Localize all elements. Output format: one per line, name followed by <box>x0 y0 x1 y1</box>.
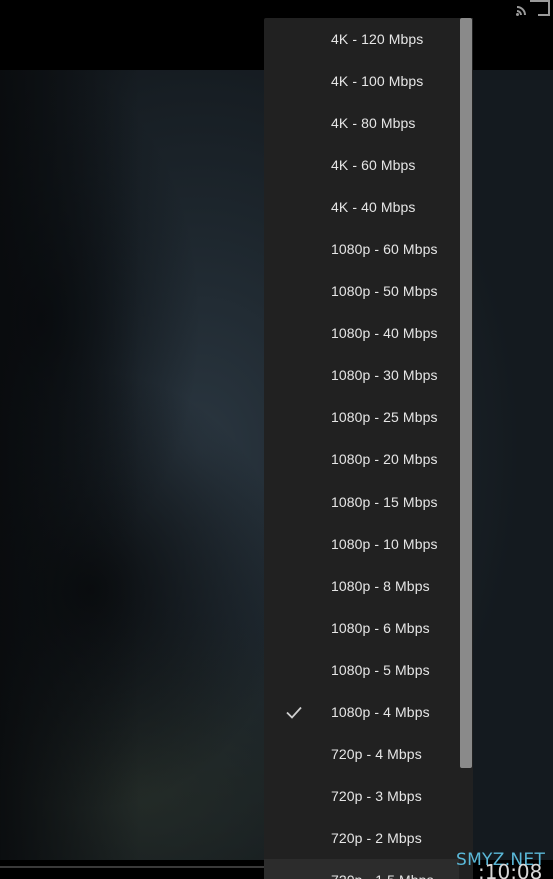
quality-option-label: 720p - 2 Mbps <box>331 829 422 846</box>
quality-option[interactable]: 4K - 60 Mbps <box>264 144 460 186</box>
quality-option[interactable]: 4K - 80 Mbps <box>264 102 460 144</box>
quality-option[interactable]: 4K - 100 Mbps <box>264 60 460 102</box>
quality-option[interactable]: 1080p - 15 Mbps <box>264 481 460 523</box>
quality-option-label: 1080p - 30 Mbps <box>331 367 438 384</box>
quality-option-label: 4K - 60 Mbps <box>331 157 416 174</box>
quality-option[interactable]: 1080p - 10 Mbps <box>264 523 460 565</box>
quality-option[interactable]: 1080p - 6 Mbps <box>264 607 460 649</box>
time-display: :10:08 <box>478 860 543 879</box>
quality-option[interactable]: 1080p - 25 Mbps <box>264 396 460 438</box>
quality-option[interactable]: 4K - 120 Mbps <box>264 18 460 60</box>
seek-bar[interactable] <box>0 866 264 868</box>
quality-option[interactable]: 1080p - 30 Mbps <box>264 354 460 396</box>
quality-option[interactable]: 1080p - 20 Mbps <box>264 438 460 480</box>
quality-option[interactable]: 1080p - 60 Mbps <box>264 228 460 270</box>
quality-option-label: 1080p - 4 Mbps <box>331 703 430 720</box>
quality-option-label: 1080p - 10 Mbps <box>331 535 438 552</box>
quality-option-label: 720p - 1.5 Mbps <box>331 872 434 879</box>
quality-option-label: 1080p - 5 Mbps <box>331 661 430 678</box>
cast-icon[interactable] <box>516 0 550 16</box>
quality-option[interactable]: 720p - 4 Mbps <box>264 733 460 775</box>
quality-option[interactable]: 1080p - 4 Mbps <box>264 691 460 733</box>
quality-option-label: 4K - 80 Mbps <box>331 115 416 132</box>
menu-scrollbar[interactable] <box>459 18 473 879</box>
quality-option-label: 720p - 4 Mbps <box>331 745 422 762</box>
quality-option-label: 1080p - 6 Mbps <box>331 619 430 636</box>
quality-menu: 4K - 120 Mbps 4K - 100 Mbps 4K - 80 Mbps 4K… <box>264 18 473 879</box>
quality-option[interactable]: 1080p - 50 Mbps <box>264 270 460 312</box>
quality-option-label: 1080p - 50 Mbps <box>331 283 438 300</box>
quality-option-label: 1080p - 40 Mbps <box>331 325 438 342</box>
quality-option[interactable]: 720p - 1.5 Mbps <box>264 858 460 879</box>
quality-option-label: 1080p - 15 Mbps <box>331 493 438 510</box>
quality-option-label: 4K - 120 Mbps <box>331 31 424 48</box>
check-icon <box>286 706 302 719</box>
quality-option-label: 1080p - 25 Mbps <box>331 409 438 426</box>
menu-scrollbar-thumb[interactable] <box>460 18 472 768</box>
quality-option-label: 1080p - 60 Mbps <box>331 241 438 258</box>
quality-option-label: 4K - 100 Mbps <box>331 73 424 90</box>
quality-option-label: 720p - 3 Mbps <box>331 787 422 804</box>
quality-option[interactable]: 720p - 2 Mbps <box>264 817 460 859</box>
quality-option[interactable]: 1080p - 40 Mbps <box>264 312 460 354</box>
quality-option[interactable]: 1080p - 8 Mbps <box>264 565 460 607</box>
quality-option[interactable]: 1080p - 5 Mbps <box>264 649 460 691</box>
quality-options-list: 4K - 120 Mbps 4K - 100 Mbps 4K - 80 Mbps 4K… <box>264 18 460 879</box>
quality-option[interactable]: 720p - 3 Mbps <box>264 775 460 817</box>
quality-option[interactable]: 4K - 40 Mbps <box>264 186 460 228</box>
video-player[interactable]: 4K - 120 Mbps 4K - 100 Mbps 4K - 80 Mbps 4K… <box>0 0 553 879</box>
quality-option-label: 1080p - 20 Mbps <box>331 451 438 468</box>
quality-option-label: 4K - 40 Mbps <box>331 199 416 216</box>
quality-option-label: 1080p - 8 Mbps <box>331 577 430 594</box>
